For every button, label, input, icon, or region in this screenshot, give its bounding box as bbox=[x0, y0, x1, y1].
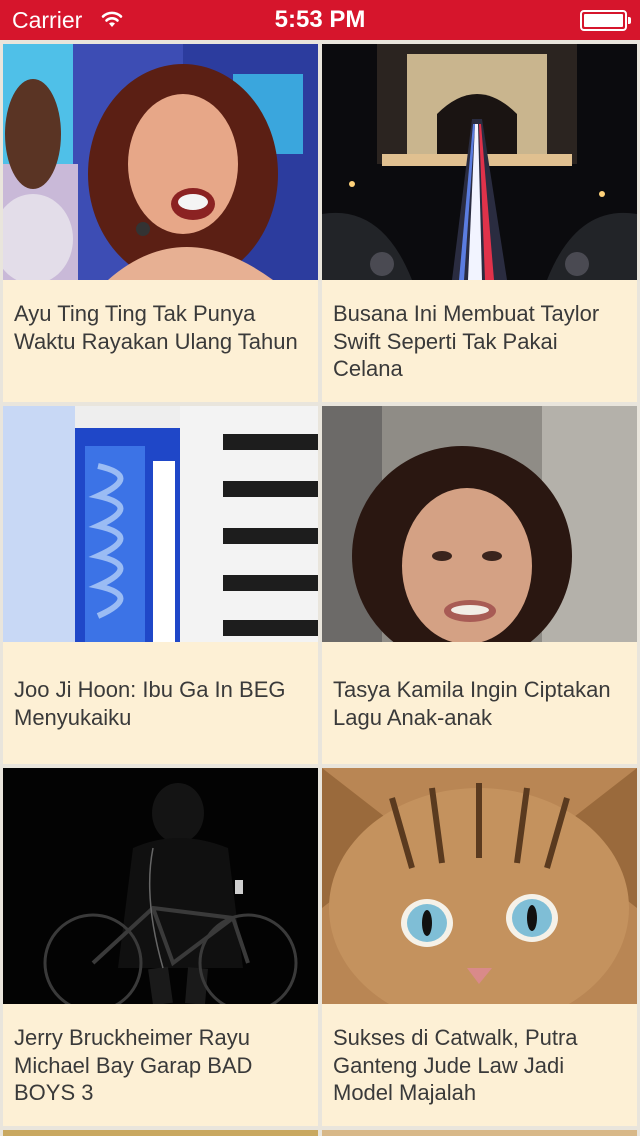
news-title: Ayu Ting Ting Tak Punya Waktu Rayakan Ul… bbox=[14, 301, 298, 354]
news-thumbnail-woman-portrait bbox=[322, 406, 637, 642]
news-thumbnail-cat bbox=[322, 768, 637, 1004]
news-card[interactable]: Ayu Ting Ting Tak Punya Waktu Rayakan Ul… bbox=[3, 44, 318, 402]
news-card[interactable]: Sukses di Catwalk, Putra Ganteng Jude La… bbox=[322, 768, 637, 1126]
news-thumbnail-woman-smiling bbox=[3, 44, 318, 280]
status-bar: Carrier 5:53 PM bbox=[0, 0, 640, 40]
news-card[interactable]: Tasya Kamila Ingin Ciptakan Lagu Anak-an… bbox=[322, 406, 637, 764]
news-card[interactable]: Jerry Bruckheimer Rayu Michael Bay Garap… bbox=[3, 768, 318, 1126]
news-title: Busana Ini Membuat Taylor Swift Seperti … bbox=[333, 301, 600, 381]
news-grid: Ayu Ting Ting Tak Punya Waktu Rayakan Ul… bbox=[0, 40, 640, 1136]
news-card[interactable]: Busana Ini Membuat Taylor Swift Seperti … bbox=[322, 44, 637, 402]
news-title: Jerry Bruckheimer Rayu Michael Bay Garap… bbox=[14, 1025, 253, 1105]
news-card-partial[interactable] bbox=[322, 1130, 637, 1136]
news-thumbnail-silhouette-bicycle bbox=[3, 768, 318, 1004]
status-time: 5:53 PM bbox=[274, 6, 366, 33]
news-thumbnail-building bbox=[3, 406, 318, 642]
news-card-partial[interactable] bbox=[3, 1130, 318, 1136]
news-title: Tasya Kamila Ingin Ciptakan Lagu Anak-an… bbox=[333, 677, 611, 730]
battery-icon bbox=[580, 10, 631, 31]
news-title: Sukses di Catwalk, Putra Ganteng Jude La… bbox=[333, 1025, 578, 1105]
news-card[interactable]: Joo Ji Hoon: Ibu Ga In BEG Menyukaiku bbox=[3, 406, 318, 764]
news-thumbnail-bridge-night bbox=[322, 44, 637, 280]
news-title: Joo Ji Hoon: Ibu Ga In BEG Menyukaiku bbox=[14, 677, 286, 730]
